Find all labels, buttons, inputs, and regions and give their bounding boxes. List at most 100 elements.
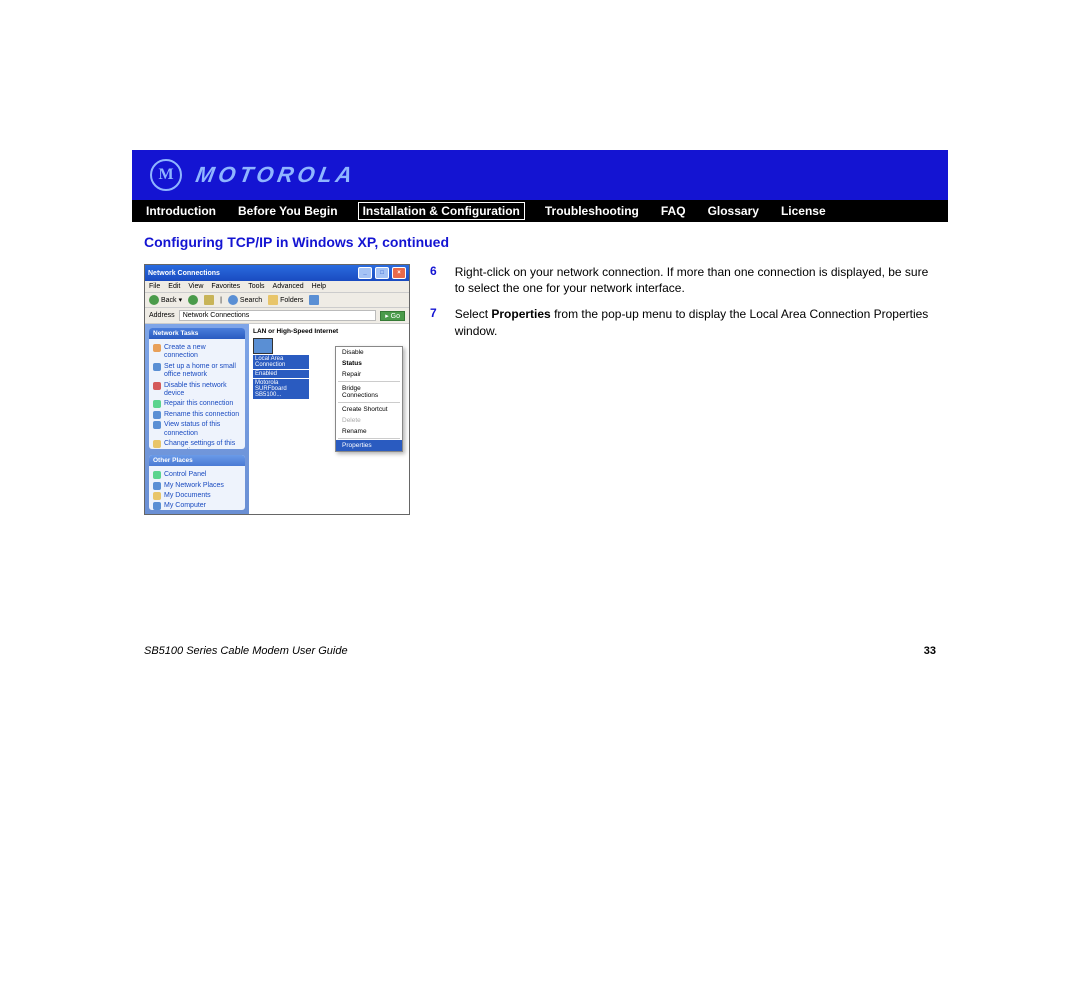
ctx-properties: Properties [336, 440, 402, 451]
step-text: Right-click on your network connection. … [455, 264, 936, 296]
place-icon [153, 482, 161, 490]
place-item: My Network Places [153, 482, 241, 490]
xp-menubar: File Edit View Favorites Tools Advanced … [145, 281, 409, 293]
search-button: Search [228, 295, 262, 305]
footer-guide-title: SB5100 Series Cable Modem User Guide [144, 645, 348, 657]
task-icon [153, 411, 161, 419]
ctx-repair: Repair [336, 369, 402, 380]
views-icon [309, 295, 319, 305]
task-icon [153, 363, 161, 371]
context-menu: Disable Status Repair Bridge Connections… [335, 346, 403, 452]
address-label: Address [149, 312, 175, 319]
step-number: 6 [430, 264, 437, 278]
section-title: Configuring TCP/IP in Windows XP, contin… [144, 234, 936, 250]
lan-connection-label: Local Area Connection [253, 355, 309, 369]
ctx-status: Status [336, 358, 402, 369]
forward-icon [188, 295, 198, 305]
ctx-rename: Rename [336, 426, 402, 437]
search-icon [228, 295, 238, 305]
task-icon [153, 382, 161, 390]
other-places-body: Control Panel My Network Places My Docum… [149, 466, 245, 510]
nav-installation-configuration[interactable]: Installation & Configuration [358, 202, 525, 220]
brand-banner: M MOTOROLA [132, 150, 948, 200]
task-item: Change settings of this connection [153, 440, 241, 449]
place-item: My Computer [153, 502, 241, 510]
footer-page-number: 33 [924, 645, 936, 657]
back-icon [149, 295, 159, 305]
xp-window-buttons: _ □ × [357, 267, 406, 279]
menu-advanced: Advanced [273, 283, 304, 290]
menu-edit: Edit [168, 283, 180, 290]
up-icon [204, 295, 214, 305]
network-adapter-icon [253, 338, 273, 354]
lan-connection-device: Motorola SURFboard SB5100... [253, 379, 309, 399]
network-tasks-body: Create a new connection Set up a home or… [149, 339, 245, 449]
xp-window-title: Network Connections [148, 270, 220, 277]
close-icon: × [392, 267, 406, 279]
nav-glossary[interactable]: Glossary [706, 202, 761, 220]
network-connections-screenshot: Network Connections _ □ × File Edit View… [144, 264, 410, 515]
xp-toolbar: Back▾ | Search Folders [145, 293, 409, 308]
instruction-steps: 6 Right-click on your network connection… [430, 264, 936, 349]
nav-faq[interactable]: FAQ [659, 202, 688, 220]
place-item: Control Panel [153, 471, 241, 479]
place-icon [153, 471, 161, 479]
xp-body: Network Tasks Create a new connection Se… [145, 324, 409, 514]
minimize-icon: _ [358, 267, 372, 279]
task-item: Set up a home or small office network [153, 363, 241, 380]
xp-addressbar: Address Network Connections ▸ Go [145, 308, 409, 324]
network-tasks-panel: Network Tasks Create a new connection Se… [149, 328, 245, 449]
menu-file: File [149, 283, 160, 290]
layout-row: Network Connections _ □ × File Edit View… [144, 264, 936, 515]
xp-sidepane: Network Tasks Create a new connection Se… [145, 324, 249, 514]
connection-group-label: LAN or High-Speed Internet [253, 328, 405, 335]
ctx-delete: Delete [336, 415, 402, 426]
other-places-panel: Other Places Control Panel My Network Pl… [149, 455, 245, 510]
nav-bar: Introduction Before You Begin Installati… [132, 200, 948, 222]
go-button: ▸ Go [380, 311, 405, 321]
nav-introduction[interactable]: Introduction [144, 202, 218, 220]
nav-before-you-begin[interactable]: Before You Begin [236, 202, 340, 220]
ctx-bridge: Bridge Connections [336, 383, 402, 401]
document-page: M MOTOROLA Introduction Before You Begin… [132, 150, 948, 657]
brand-text: MOTOROLA [194, 162, 359, 188]
page-footer: SB5100 Series Cable Modem User Guide 33 [132, 645, 948, 657]
lan-connection-status: Enabled [253, 370, 309, 378]
task-item: Disable this network device [153, 382, 241, 399]
maximize-icon: □ [375, 267, 389, 279]
other-places-header: Other Places [149, 455, 245, 466]
step-text: Select Properties from the pop-up menu t… [455, 306, 936, 338]
menu-help: Help [312, 283, 326, 290]
menu-favorites: Favorites [211, 283, 240, 290]
xp-mainpane: LAN or High-Speed Internet Local Area Co… [249, 324, 409, 514]
xp-titlebar: Network Connections _ □ × [145, 265, 409, 281]
place-icon [153, 502, 161, 510]
task-item: Create a new connection [153, 344, 241, 361]
task-item: Repair this connection [153, 400, 241, 408]
nav-license[interactable]: License [779, 202, 828, 220]
menu-view: View [188, 283, 203, 290]
place-item: My Documents [153, 492, 241, 500]
network-tasks-header: Network Tasks [149, 328, 245, 339]
content-area: Configuring TCP/IP in Windows XP, contin… [132, 222, 948, 515]
task-icon [153, 400, 161, 408]
task-icon [153, 440, 161, 448]
ctx-shortcut: Create Shortcut [336, 404, 402, 415]
folders-button: Folders [268, 295, 303, 305]
step-6: 6 Right-click on your network connection… [430, 264, 936, 296]
ctx-disable: Disable [336, 347, 402, 358]
motorola-logo-icon: M [150, 159, 182, 191]
task-icon [153, 344, 161, 352]
folders-icon [268, 295, 278, 305]
menu-tools: Tools [248, 283, 264, 290]
nav-troubleshooting[interactable]: Troubleshooting [543, 202, 641, 220]
task-item: Rename this connection [153, 411, 241, 419]
back-button: Back▾ [149, 295, 182, 305]
task-icon [153, 421, 161, 429]
place-icon [153, 492, 161, 500]
step-7: 7 Select Properties from the pop-up menu… [430, 306, 936, 338]
step-number: 7 [430, 306, 437, 320]
address-value: Network Connections [179, 310, 377, 321]
lan-connection-item: Local Area Connection Enabled Motorola S… [253, 338, 309, 399]
task-item: View status of this connection [153, 421, 241, 438]
